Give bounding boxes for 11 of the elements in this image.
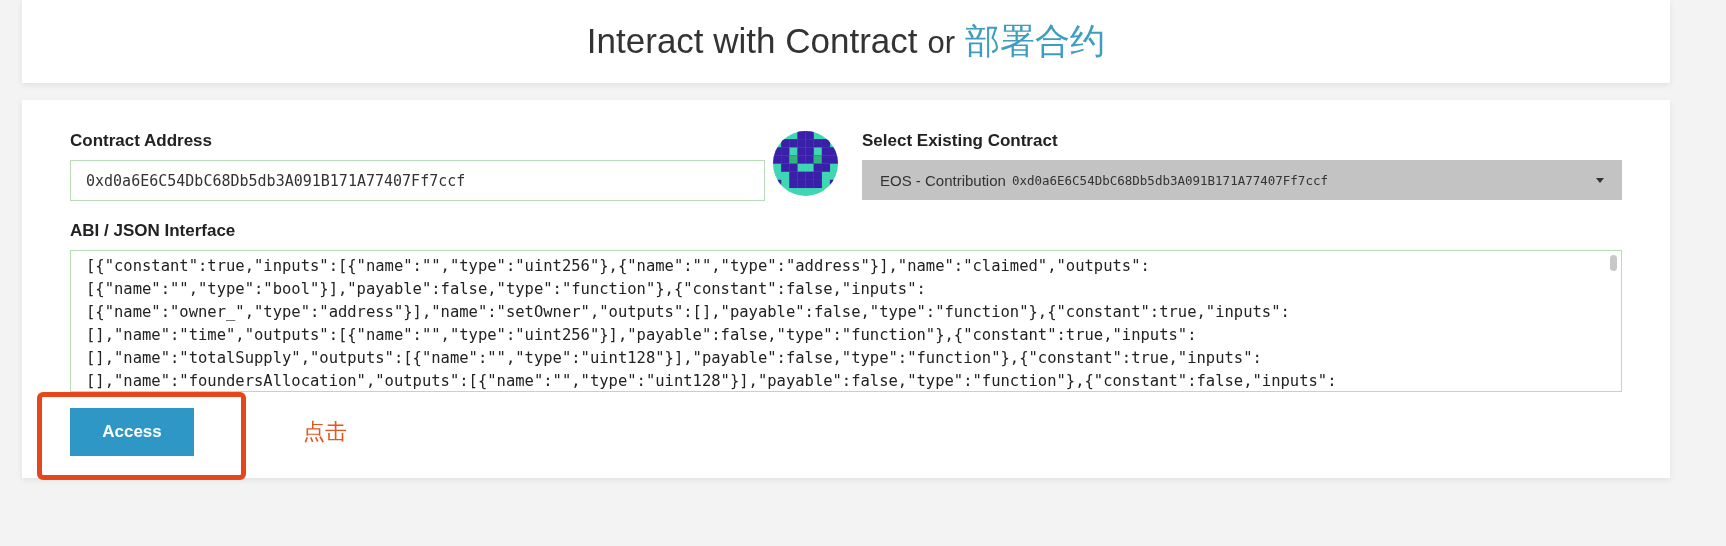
annotation-text: 点击 (303, 418, 347, 446)
caret-icon (1596, 177, 1604, 183)
scrollbar-thumb[interactable] (1610, 255, 1617, 271)
field-label: Select Existing Contract (862, 131, 1059, 151)
abi-text-area[interactable]: [{"constant":true,"inputs":[{"name":"","type":"uint256"},{"name":"","type":"address"}],"name":"claimed","outputs": [{"name":"","type":"bool"}],"payable":false,"type":"function"},{"constant":false,"inputs": [{"name":"owner_","type":"address"}],"name":"setOwner","outputs":[],"payable":false,"type":"function"},{"constant":true,"inputs": [],"name":"time","outputs":[{"name":"","type":"uint256"}],"payable":false,"type":"function"},{"constant":true,"inputs": [],"name":"totalSupply","outputs":[{"name":"","type":"uint128"}],"payable":false,"type":"function"},{"constant":true,"inputs": [],"name":"foundersAllocation","outputs":[{"name":"","type":"uint128"}],"payable":false,"type":"function"},{"constant":false,"inputs": (70, 250, 1622, 392)
field-label: Contract Address (70, 131, 213, 151)
connector-text: or (927, 25, 956, 61)
page-title: Interact with Contract (586, 21, 918, 61)
field-label: ABI / JSON Interface (70, 221, 237, 241)
address-input-field[interactable]: 0xd0a6E6C54DbC68Db5db3A091B171A77407Ff7ccf (70, 160, 765, 201)
contract-dropdown[interactable]: EOS - Contribution 0xd0a6E6C54DbC68Db5db3A091B171A77407Ff7ccf (862, 160, 1622, 200)
